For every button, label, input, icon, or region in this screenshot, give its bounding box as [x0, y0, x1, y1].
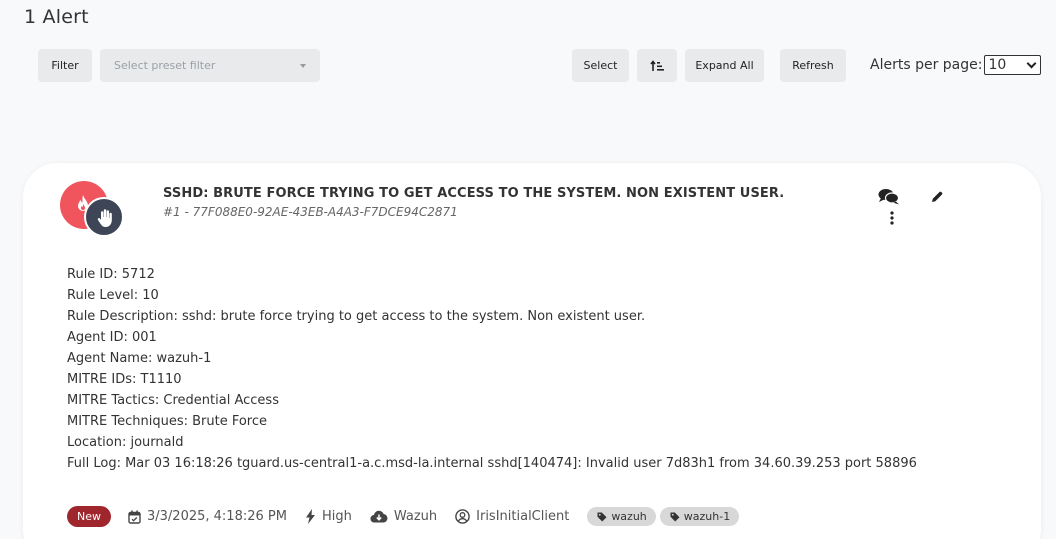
alert-id: #1 - 77F088E0-92AE-43EB-A4A3-F7DCE94C287…	[163, 205, 458, 219]
page-title: 1 Alert	[24, 6, 89, 28]
filter-button[interactable]: Filter	[38, 49, 92, 82]
per-page-value: 10	[988, 57, 1007, 73]
select-button[interactable]: Select	[572, 49, 629, 82]
full-log: Full Log: Mar 03 16:18:26 tguard.us-cent…	[67, 456, 917, 471]
per-page-label: Alerts per page:	[870, 57, 983, 73]
alert-card: SSHD: BRUTE FORCE TRYING TO GET ACCESS T…	[23, 163, 1041, 539]
tag-icon	[670, 512, 680, 521]
more-options-icon[interactable]	[889, 210, 895, 229]
alert-date: 3/3/2025, 4:18:26 PM	[128, 509, 287, 524]
per-page-select[interactable]: 10	[984, 55, 1042, 75]
rule-description: Rule Description: sshd: brute force tryi…	[67, 309, 646, 324]
tag-chip[interactable]: wazuh-1	[659, 507, 740, 526]
refresh-button[interactable]: Refresh	[780, 49, 846, 82]
user-circle-icon	[455, 509, 470, 524]
status-avatar	[84, 197, 124, 237]
mitre-tactics: MITRE Tactics: Credential Access	[67, 393, 279, 408]
alert-client: IrisInitialClient	[455, 509, 569, 524]
hand-icon	[97, 209, 112, 227]
rule-level: Rule Level: 10	[67, 288, 159, 303]
agent-name: Agent Name: wazuh-1	[67, 351, 212, 366]
tag-chip[interactable]: wazuh	[587, 507, 656, 526]
calendar-icon	[128, 510, 141, 524]
mitre-techniques: MITRE Techniques: Brute Force	[67, 414, 268, 429]
cloud-download-icon	[370, 510, 388, 523]
edit-icon[interactable]	[930, 189, 944, 208]
alert-details: Rule ID: 5712 Rule Level: 10 Rule Descri…	[67, 264, 917, 474]
caret-down-icon	[300, 64, 306, 68]
alert-source: Wazuh	[370, 509, 437, 524]
alert-footer: New 3/3/2025, 4:18:26 PM High Wazuh Iris…	[67, 506, 743, 527]
rule-id: Rule ID: 5712	[67, 267, 155, 282]
sort-button[interactable]	[637, 49, 677, 82]
status-badge: New	[67, 506, 111, 527]
mitre-ids: MITRE IDs: T1110	[67, 372, 182, 387]
tag-icon	[597, 512, 607, 521]
preset-filter-placeholder: Select preset filter	[114, 59, 216, 72]
sort-icon	[650, 59, 664, 71]
preset-filter-select[interactable]: Select preset filter	[100, 49, 320, 82]
expand-all-button[interactable]: Expand All	[685, 49, 764, 82]
alerts-per-page: Alerts per page: 10	[870, 55, 1042, 75]
chevron-down-icon	[1027, 58, 1037, 69]
comments-icon[interactable]	[878, 188, 900, 209]
alert-title[interactable]: SSHD: BRUTE FORCE TRYING TO GET ACCESS T…	[163, 186, 784, 201]
agent-id: Agent ID: 001	[67, 330, 157, 345]
bolt-icon	[305, 509, 315, 524]
location: Location: journald	[67, 435, 184, 450]
alert-severity: High	[305, 509, 352, 524]
